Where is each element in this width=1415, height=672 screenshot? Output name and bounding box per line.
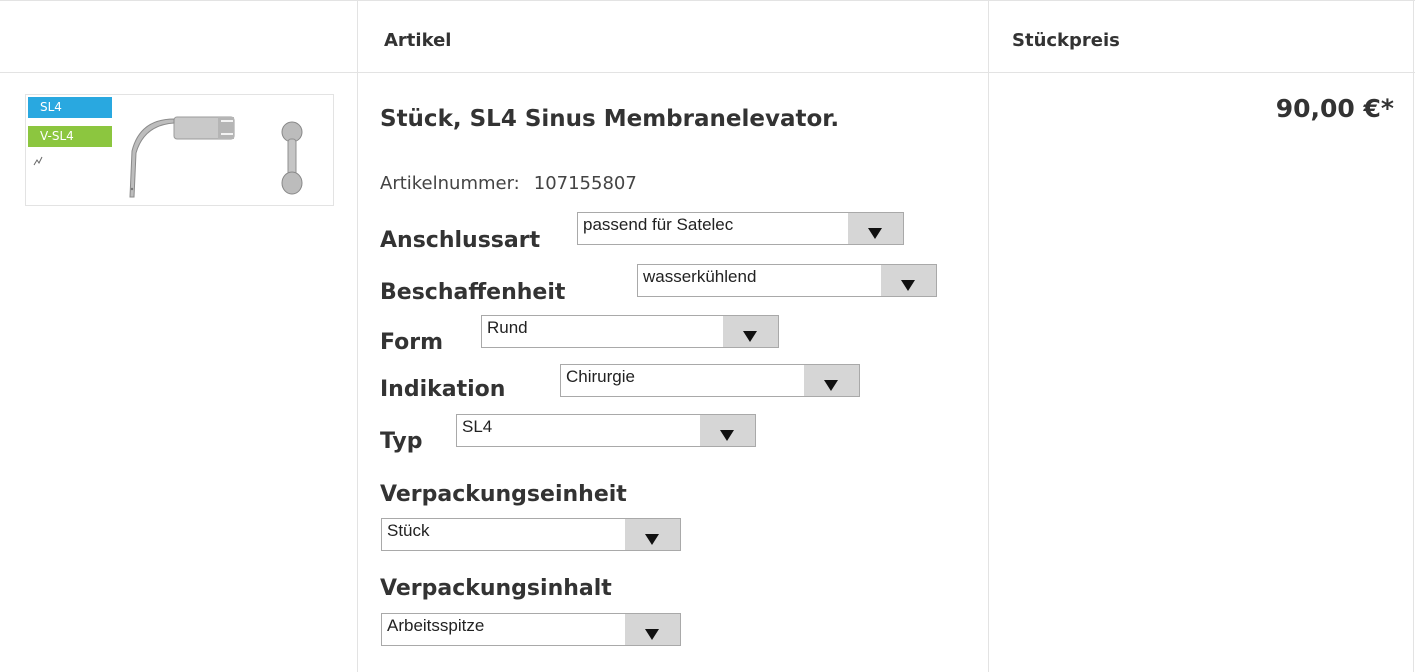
- product-image[interactable]: SL4 V-SL4: [25, 94, 334, 206]
- option-value-anschlussart: passend für Satelec: [583, 215, 734, 234]
- option-label-verpackungseinheit: Verpackungseinheit: [380, 482, 627, 507]
- option-value-form: Rund: [487, 318, 528, 337]
- column-divider-2: [988, 0, 989, 672]
- sku-value: 107155807: [533, 173, 637, 194]
- unit-price: 90,00 €*: [1275, 94, 1394, 123]
- option-label-form: Form: [380, 330, 444, 355]
- option-value-verpackungseinheit: Stück: [387, 521, 430, 540]
- option-label-beschaffenheit: Beschaffenheit: [380, 280, 566, 305]
- chevron-down-icon: [804, 365, 859, 396]
- tip-illustration: [33, 116, 303, 198]
- option-select-indikation[interactable]: Chirurgie: [560, 364, 860, 397]
- sku-label: Artikelnummer:: [380, 173, 520, 194]
- option-label-indikation: Indikation: [380, 377, 506, 402]
- chevron-down-icon: [625, 614, 680, 645]
- option-select-typ[interactable]: SL4: [456, 414, 756, 447]
- column-divider-right: [1413, 0, 1414, 672]
- chevron-down-icon: [700, 415, 755, 446]
- sku-row: Artikelnummer: 107155807: [380, 173, 637, 194]
- chevron-down-icon: [625, 519, 680, 550]
- option-value-verpackungsinhalt: Arbeitsspitze: [387, 616, 485, 635]
- option-label-verpackungsinhalt: Verpackungsinhalt: [380, 576, 612, 601]
- column-divider-1: [357, 0, 358, 672]
- option-select-verpackungsinhalt[interactable]: Arbeitsspitze: [381, 613, 681, 646]
- option-select-anschlussart[interactable]: passend für Satelec: [577, 212, 904, 245]
- option-label-anschlussart: Anschlussart: [380, 228, 541, 253]
- column-header-stueckpreis: Stückpreis: [1012, 30, 1120, 51]
- option-select-beschaffenheit[interactable]: wasserkühlend: [637, 264, 937, 297]
- option-value-indikation: Chirurgie: [566, 367, 635, 386]
- product-title[interactable]: Stück, SL4 Sinus Membranelevator.: [380, 106, 839, 132]
- chevron-down-icon: [848, 213, 903, 244]
- column-header-artikel: Artikel: [384, 30, 452, 51]
- option-value-beschaffenheit: wasserkühlend: [643, 267, 757, 286]
- option-value-typ: SL4: [462, 417, 493, 436]
- option-select-form[interactable]: Rund: [481, 315, 779, 348]
- header-divider-bottom: [0, 72, 1415, 73]
- chevron-down-icon: [881, 265, 936, 296]
- header-divider-top: [0, 0, 1415, 1]
- chevron-down-icon: [723, 316, 778, 347]
- option-label-typ: Typ: [380, 429, 423, 454]
- option-select-verpackungseinheit[interactable]: Stück: [381, 518, 681, 551]
